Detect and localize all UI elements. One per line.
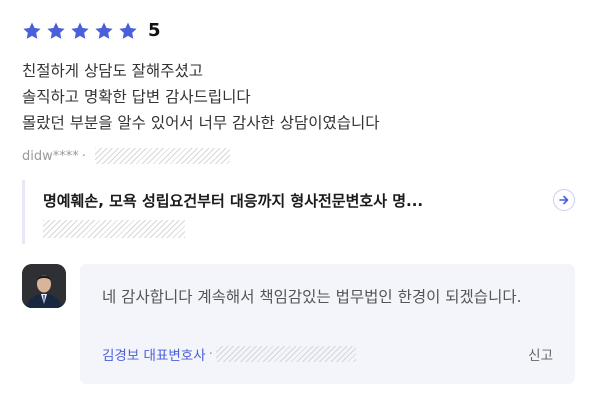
report-button[interactable]: 신고 bbox=[528, 344, 553, 364]
reply-meta: 김경보 대표변호사 · bbox=[102, 344, 356, 364]
arrow-right-icon[interactable] bbox=[553, 189, 575, 211]
review-line: 솔직하고 명확한 답변 감사드립니다 bbox=[22, 88, 251, 106]
star-icon bbox=[70, 21, 90, 41]
star-icon bbox=[22, 21, 42, 41]
reply-author[interactable]: 김경보 대표변호사 bbox=[102, 344, 206, 364]
reply-box: 네 감사합니다 계속해서 책임감있는 법무법인 한경이 되겠습니다. 김경보 대… bbox=[80, 264, 575, 384]
post-title[interactable]: 명예훼손, 모욕 성립요건부터 대응까지 형사전문변호사 명... bbox=[43, 190, 543, 211]
avatar bbox=[22, 264, 66, 308]
redacted-date bbox=[215, 346, 356, 362]
star-icon bbox=[94, 21, 114, 41]
redacted-date bbox=[94, 148, 230, 164]
separator-dot: · bbox=[81, 148, 86, 164]
review-author: didw**** bbox=[22, 148, 79, 164]
review-meta: didw**** · bbox=[22, 148, 230, 164]
reply-text: 네 감사합니다 계속해서 책임감있는 법무법인 한경이 되겠습니다. bbox=[102, 288, 522, 306]
rating-score: 5 bbox=[148, 20, 161, 41]
review-line: 몰랐던 부분을 알수 있어서 너무 감사한 상담이였습니다 bbox=[22, 114, 380, 132]
review-text: 친절하게 상담도 잘해주셨고 솔직하고 명확한 답변 감사드립니다 몰랐던 부분… bbox=[22, 58, 380, 136]
star-icon bbox=[118, 21, 138, 41]
separator-dot: · bbox=[208, 346, 213, 362]
star-icon bbox=[46, 21, 66, 41]
review-line: 친절하게 상담도 잘해주셨고 bbox=[22, 62, 203, 80]
related-post[interactable]: 명예훼손, 모욕 성립요건부터 대응까지 형사전문변호사 명... bbox=[22, 180, 577, 244]
redacted-post-meta bbox=[43, 220, 185, 238]
star-rating: 5 bbox=[22, 20, 161, 41]
